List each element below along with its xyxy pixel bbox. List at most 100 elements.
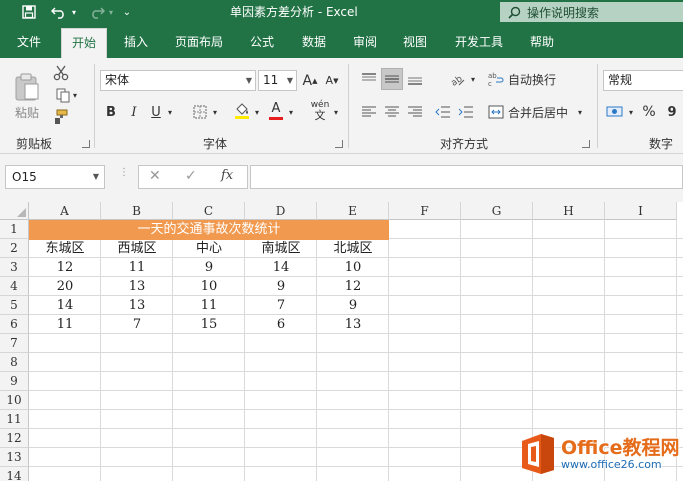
fill-color-dropdown-icon[interactable]: ▾ bbox=[252, 102, 262, 122]
tab-formulas[interactable]: 公式 bbox=[240, 28, 284, 58]
tab-review[interactable]: 审阅 bbox=[343, 28, 387, 58]
column-header-d[interactable]: D bbox=[245, 202, 317, 220]
comma-style-button[interactable]: 9 bbox=[662, 101, 682, 123]
row-header-1[interactable]: 1 bbox=[0, 220, 29, 239]
row-header-11[interactable]: 11 bbox=[0, 410, 29, 429]
align-left-button[interactable] bbox=[358, 101, 380, 123]
clipboard-dialog-launcher[interactable] bbox=[82, 140, 90, 148]
tab-developer[interactable]: 开发工具 bbox=[446, 28, 512, 58]
copy-button[interactable]: ▾ bbox=[51, 86, 81, 104]
column-header-f[interactable]: F bbox=[389, 202, 461, 220]
header-cell[interactable]: 北城区 bbox=[317, 239, 389, 258]
column-header-c[interactable]: C bbox=[173, 202, 245, 220]
row-header-8[interactable]: 8 bbox=[0, 353, 29, 372]
data-cell[interactable]: 14 bbox=[245, 258, 317, 277]
tab-file[interactable]: 文件 bbox=[7, 28, 51, 58]
data-cell[interactable]: 11 bbox=[173, 296, 245, 315]
number-format-combo[interactable]: 常规 bbox=[603, 70, 683, 91]
data-cell[interactable]: 9 bbox=[173, 258, 245, 277]
row-header-13[interactable]: 13 bbox=[0, 448, 29, 467]
data-cell[interactable]: 9 bbox=[317, 296, 389, 315]
select-all-button[interactable] bbox=[0, 202, 29, 220]
middle-align-button[interactable] bbox=[381, 68, 403, 90]
align-right-button[interactable] bbox=[404, 101, 426, 123]
tab-home[interactable]: 开始 bbox=[61, 28, 107, 58]
fill-color-button[interactable] bbox=[232, 100, 252, 122]
underline-dropdown-icon[interactable]: ▾ bbox=[165, 102, 175, 122]
alignment-dialog-launcher[interactable] bbox=[582, 140, 590, 148]
bold-button[interactable]: B bbox=[101, 102, 121, 122]
row-header-2[interactable]: 2 bbox=[0, 239, 29, 258]
data-cell[interactable]: 11 bbox=[101, 258, 173, 277]
merge-center-button[interactable]: 合并后居中 bbox=[488, 101, 572, 123]
column-header-a[interactable]: A bbox=[29, 202, 101, 220]
data-cell[interactable]: 14 bbox=[29, 296, 101, 315]
decrease-indent-button[interactable] bbox=[432, 101, 454, 123]
percent-style-button[interactable]: % bbox=[639, 101, 659, 123]
increase-font-size-button[interactable]: A ▲ bbox=[300, 70, 320, 91]
name-box[interactable]: O15 ▼ bbox=[5, 165, 105, 189]
font-color-button[interactable]: A bbox=[266, 100, 286, 122]
tab-page-layout[interactable]: 页面布局 bbox=[166, 28, 232, 58]
italic-button[interactable]: I bbox=[124, 102, 144, 122]
insert-function-icon[interactable]: fx bbox=[221, 168, 233, 183]
data-cell[interactable]: 7 bbox=[101, 315, 173, 334]
row-header-3[interactable]: 3 bbox=[0, 258, 29, 277]
undo-icon[interactable] bbox=[48, 2, 70, 22]
data-cell[interactable]: 10 bbox=[173, 277, 245, 296]
bottom-align-button[interactable] bbox=[404, 68, 426, 90]
phonetic-dropdown-icon[interactable]: ▾ bbox=[331, 102, 341, 122]
customize-quick-access-icon[interactable]: ⌄ bbox=[120, 2, 134, 22]
data-cell[interactable]: 12 bbox=[29, 258, 101, 277]
tab-view[interactable]: 视图 bbox=[393, 28, 437, 58]
merged-title-cell[interactable]: 一天的交通事故次数统计 bbox=[29, 220, 389, 240]
column-header-b[interactable]: B bbox=[101, 202, 173, 220]
column-header-h[interactable]: H bbox=[533, 202, 605, 220]
cancel-icon[interactable]: ✕ bbox=[149, 168, 161, 184]
data-cell[interactable]: 11 bbox=[29, 315, 101, 334]
merge-dropdown-icon[interactable]: ▾ bbox=[574, 101, 586, 123]
accounting-dropdown-icon[interactable]: ▾ bbox=[626, 101, 636, 123]
header-cell[interactable]: 南城区 bbox=[245, 239, 317, 258]
decrease-font-size-button[interactable]: A ▼ bbox=[322, 70, 342, 91]
row-header-12[interactable]: 12 bbox=[0, 429, 29, 448]
row-header-10[interactable]: 10 bbox=[0, 391, 29, 410]
redo-dropdown-icon[interactable]: ▾ bbox=[106, 2, 116, 22]
row-header-4[interactable]: 4 bbox=[0, 277, 29, 296]
header-cell[interactable]: 中心 bbox=[173, 239, 245, 258]
confirm-icon[interactable]: ✓ bbox=[185, 168, 197, 184]
row-header-14[interactable]: 14 bbox=[0, 467, 29, 481]
font-name-combo[interactable]: 宋体 ▼ bbox=[100, 70, 256, 91]
column-header-g[interactable]: G bbox=[461, 202, 533, 220]
copy-dropdown-icon[interactable]: ▾ bbox=[73, 91, 77, 100]
increase-indent-button[interactable] bbox=[455, 101, 477, 123]
tab-data[interactable]: 数据 bbox=[292, 28, 336, 58]
align-center-button[interactable] bbox=[381, 101, 403, 123]
data-cell[interactable]: 15 bbox=[173, 315, 245, 334]
font-dialog-launcher[interactable] bbox=[335, 140, 343, 148]
cut-button[interactable] bbox=[51, 64, 71, 82]
orientation-button[interactable]: ab bbox=[446, 68, 468, 90]
column-header-e[interactable]: E bbox=[317, 202, 389, 220]
data-cell[interactable]: 13 bbox=[101, 277, 173, 296]
font-color-dropdown-icon[interactable]: ▾ bbox=[286, 102, 296, 122]
column-header-i[interactable]: I bbox=[605, 202, 677, 220]
undo-dropdown-icon[interactable]: ▾ bbox=[69, 2, 79, 22]
row-header-9[interactable]: 9 bbox=[0, 372, 29, 391]
borders-dropdown-icon[interactable]: ▾ bbox=[210, 102, 220, 122]
top-align-button[interactable] bbox=[358, 68, 380, 90]
redo-icon[interactable] bbox=[86, 2, 108, 22]
phonetic-guide-button[interactable]: wén 文 bbox=[309, 100, 331, 122]
data-cell[interactable]: 10 bbox=[317, 258, 389, 277]
data-cell[interactable]: 6 bbox=[245, 315, 317, 334]
formula-bar-grip[interactable]: ⋮ bbox=[119, 168, 129, 184]
formula-input[interactable] bbox=[250, 165, 683, 189]
row-header-5[interactable]: 5 bbox=[0, 296, 29, 315]
data-cell[interactable]: 13 bbox=[317, 315, 389, 334]
tab-insert[interactable]: 插入 bbox=[115, 28, 157, 58]
borders-button[interactable] bbox=[190, 102, 210, 122]
data-cell[interactable]: 12 bbox=[317, 277, 389, 296]
accounting-format-button[interactable] bbox=[604, 101, 626, 123]
wrap-text-button[interactable]: ab c 自动换行 bbox=[488, 68, 562, 90]
paste-button[interactable]: 粘贴 bbox=[8, 66, 46, 126]
